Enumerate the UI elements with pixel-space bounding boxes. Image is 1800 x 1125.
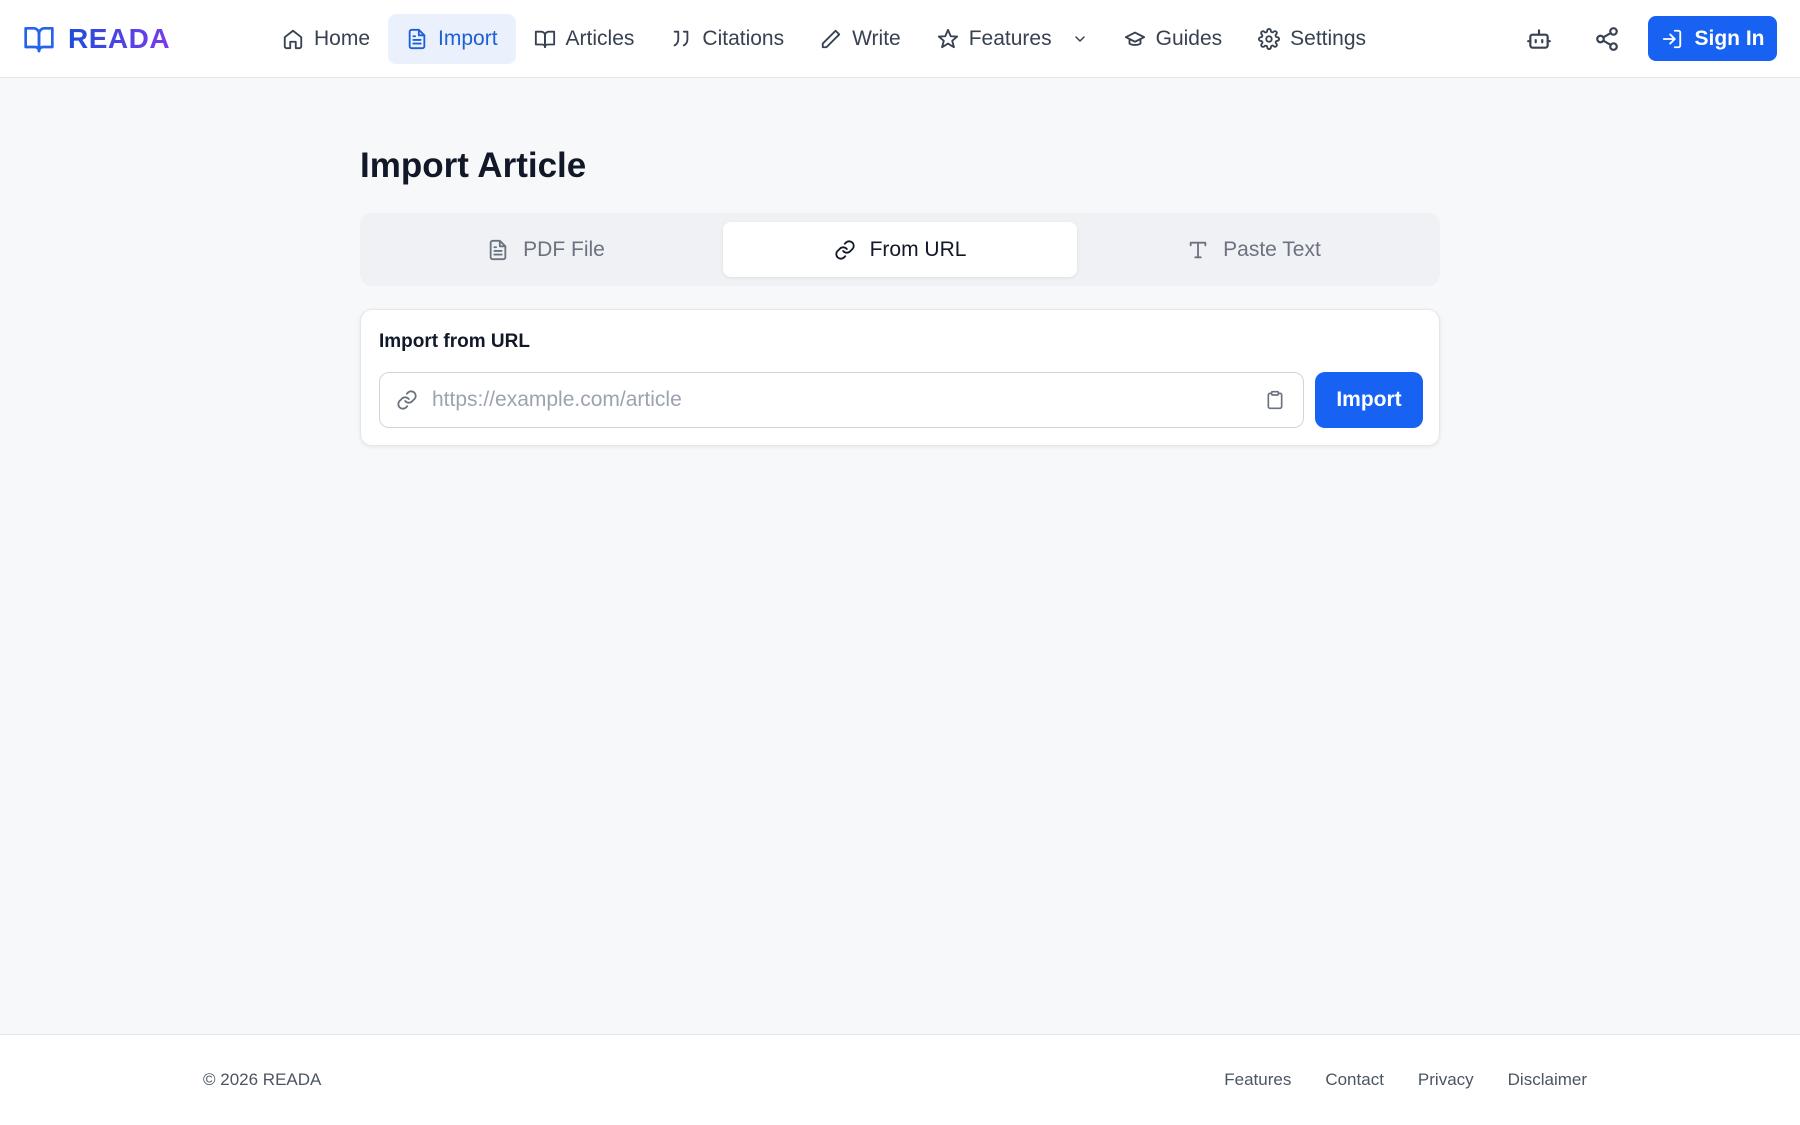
chevron-down-icon <box>1072 31 1088 47</box>
home-icon <box>282 28 304 50</box>
url-field <box>379 372 1304 428</box>
file-text-icon <box>406 28 428 50</box>
nav-guides-label: Guides <box>1155 27 1223 50</box>
copyright-text: © 2026 READA <box>203 1070 322 1089</box>
tab-pdf-file[interactable]: PDF File <box>369 222 723 277</box>
tab-pdf-file-label: PDF File <box>523 237 605 261</box>
page-title: Import Article <box>360 146 587 185</box>
book-open-icon <box>22 23 56 55</box>
nav-home[interactable]: Home <box>264 14 388 64</box>
footer-link-features[interactable]: Features <box>1224 1070 1291 1090</box>
type-icon <box>1187 239 1209 261</box>
nav-home-label: Home <box>314 27 371 50</box>
link-icon <box>396 389 418 411</box>
nav-guides[interactable]: Guides <box>1106 14 1241 64</box>
star-icon <box>937 28 959 50</box>
nav-citations[interactable]: Citations <box>652 14 802 64</box>
import-button[interactable]: Import <box>1315 372 1423 428</box>
footer: © 2026 READA Features Contact Privacy Di… <box>0 1034 1800 1125</box>
nav-write[interactable]: Write <box>802 14 919 64</box>
footer-link-disclaimer[interactable]: Disclaimer <box>1508 1070 1587 1090</box>
url-input[interactable] <box>432 373 1265 427</box>
graduation-cap-icon <box>1124 28 1146 50</box>
nav-import[interactable]: Import <box>388 14 516 64</box>
pen-icon <box>820 28 842 50</box>
nav-features[interactable]: Features <box>919 14 1106 64</box>
nav-articles[interactable]: Articles <box>516 14 653 64</box>
share-button[interactable] <box>1586 18 1628 60</box>
tab-from-url-label: From URL <box>869 237 967 261</box>
quote-icon <box>670 28 692 50</box>
footer-links: Features Contact Privacy Disclaimer <box>1224 1070 1587 1090</box>
sign-in-button[interactable]: Sign In <box>1648 16 1777 61</box>
url-import-card: Import from URL Import <box>360 309 1440 446</box>
tab-from-url[interactable]: From URL <box>723 222 1077 277</box>
footer-link-contact[interactable]: Contact <box>1325 1070 1384 1090</box>
ai-assistant-button[interactable] <box>1518 18 1560 60</box>
clipboard-icon[interactable] <box>1265 389 1285 411</box>
footer-link-privacy[interactable]: Privacy <box>1418 1070 1474 1090</box>
nav-write-label: Write <box>852 27 901 50</box>
tab-paste-text-label: Paste Text <box>1223 237 1321 261</box>
nav-features-label: Features <box>968 27 1052 50</box>
robot-icon <box>1526 26 1552 52</box>
gear-icon <box>1258 28 1281 50</box>
url-import-label: Import from URL <box>379 331 530 352</box>
nav-settings-label: Settings <box>1290 27 1367 50</box>
link-icon <box>834 239 856 261</box>
nav-citations-label: Citations <box>702 27 785 50</box>
sign-in-label: Sign In <box>1694 26 1765 50</box>
nav-settings[interactable]: Settings <box>1240 14 1384 64</box>
nav-articles-label: Articles <box>565 27 635 50</box>
share-icon <box>1594 26 1620 52</box>
file-text-icon <box>487 239 509 261</box>
nav-import-label: Import <box>438 27 498 50</box>
import-source-tabs: PDF File From URL Paste Text <box>360 213 1440 286</box>
tab-paste-text[interactable]: Paste Text <box>1077 222 1431 277</box>
book-open-icon <box>534 28 556 50</box>
main-nav: Home Import Articles Citations Write Fea… <box>264 14 1384 64</box>
top-navbar: READA Home Import Articles Citations Wri… <box>0 0 1800 78</box>
log-in-icon <box>1661 28 1683 50</box>
brand-name: READA <box>68 23 171 54</box>
brand-logo[interactable]: READA <box>22 18 170 60</box>
